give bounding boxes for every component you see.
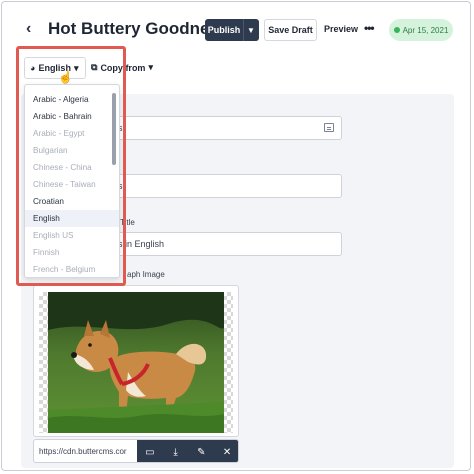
- publish-button[interactable]: Publish ▼: [205, 19, 259, 41]
- page-title: Hot Buttery Goodness: [48, 19, 229, 38]
- back-chevron-icon[interactable]: ‹: [26, 21, 31, 37]
- save-draft-button[interactable]: Save Draft: [264, 19, 317, 41]
- media-library-icon[interactable]: ▭: [137, 440, 163, 462]
- media-library-icon[interactable]: [324, 123, 334, 132]
- text-field-1[interactable]: s: [113, 116, 342, 140]
- publish-label[interactable]: Publish: [205, 25, 243, 35]
- edit-icon[interactable]: ✎: [189, 440, 215, 462]
- preview-button[interactable]: Preview: [324, 24, 358, 34]
- status-dot-icon: [393, 27, 400, 33]
- image-field-label: aph Image: [127, 270, 165, 279]
- image-url-bar: https://cdn.buttercms.cor ▭ ⤓ ✎ ✕: [33, 439, 239, 463]
- more-options-icon[interactable]: •••: [364, 21, 375, 35]
- seo-title-input[interactable]: s in English: [113, 232, 342, 256]
- chevron-down-icon: ▾: [148, 62, 153, 72]
- download-icon[interactable]: ⤓: [163, 440, 189, 462]
- dog-photo: [48, 292, 224, 433]
- chevron-down-icon[interactable]: ▼: [243, 19, 258, 41]
- text-field-2[interactable]: s: [113, 174, 342, 198]
- hand-pointer-cursor-icon: ☝: [58, 70, 73, 84]
- image-url-input[interactable]: https://cdn.buttercms.cor: [39, 447, 134, 456]
- image-actions-toolbar: ▭ ⤓ ✎ ✕: [137, 440, 238, 462]
- close-icon[interactable]: ✕: [214, 440, 238, 462]
- publish-date-badge[interactable]: Apr 15, 2021: [389, 19, 453, 41]
- image-preview-box[interactable]: [33, 285, 239, 437]
- publish-date-text: Apr 15, 2021: [402, 25, 449, 35]
